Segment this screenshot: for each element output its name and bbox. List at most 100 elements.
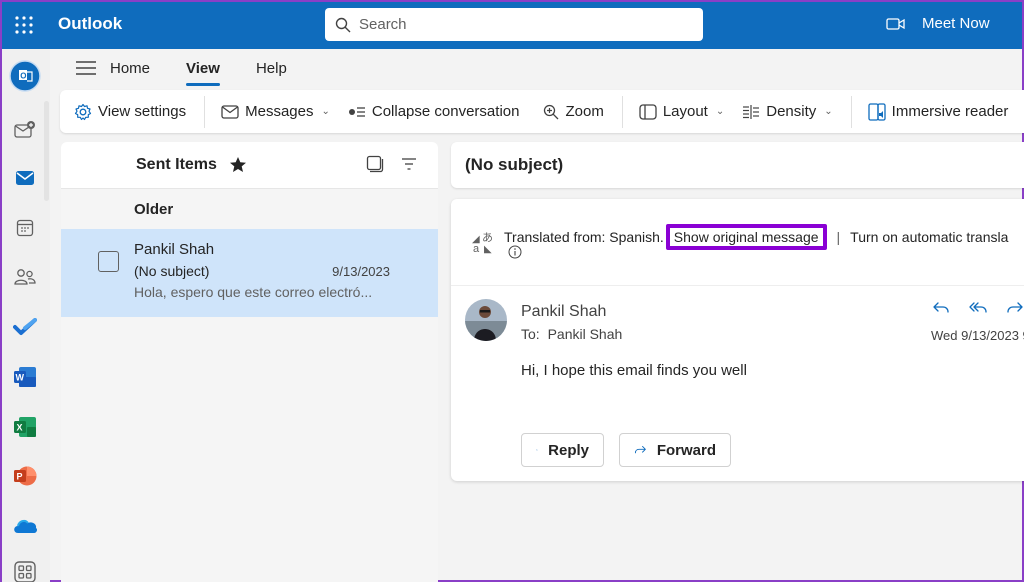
view-settings-button[interactable]: View settings [74,103,186,121]
rail-item-calendar[interactable] [12,215,38,241]
mail-date: 9/13/2023 [332,264,390,279]
translation-bar: Translated from: Spanish. Show original … [504,224,1008,250]
rail-item-powerpoint[interactable]: P [12,463,38,489]
people-icon [14,269,36,285]
powerpoint-icon: P [14,466,37,486]
message-body: Hi, I hope this email finds you well [521,362,747,379]
message-actions [932,300,1024,316]
app-name[interactable]: Outlook [58,14,122,34]
zoom-in-icon [544,104,559,119]
rail-scrollbar[interactable] [44,101,49,201]
chevron-down-icon: ⌄ [321,106,330,117]
calendar-icon [16,219,34,237]
messages-dropdown[interactable]: Messages ⌄ [221,103,330,120]
message-list-pane: Sent Items Older Pankil Shah (No subject… [61,142,438,582]
rail-item-new-mail[interactable] [12,117,38,143]
tab-view[interactable]: View [186,56,220,86]
outlook-icon: O [9,60,41,92]
rail-item-people[interactable] [12,264,38,290]
svg-text:a: a [473,243,480,254]
zoom-label: Zoom [565,103,604,120]
density-dropdown[interactable]: Density ⌄ [742,103,833,120]
layout-label: Layout [662,103,708,120]
gear-icon [74,103,92,120]
mail-icon [16,171,34,185]
layout-dropdown[interactable]: Layout ⌄ [639,103,724,120]
translate-icon: ◢ あa ◣ [472,231,493,254]
density-label: Density [766,103,817,120]
rail-item-more-apps[interactable] [12,559,38,582]
ribbon-toolbar: View settings Messages ⌄ Collapse conver… [60,90,1024,133]
favorite-star-icon[interactable] [229,156,247,174]
ribbon-tabs: Home View Help [60,49,323,87]
rail-item-outlook[interactable]: O [8,59,42,93]
select-checkbox[interactable] [98,251,119,272]
reply-label: Reply [548,441,589,459]
toolbar-divider [621,95,623,128]
select-mode-icon[interactable] [366,155,384,173]
search-icon [335,17,351,32]
collapse-conversation-button[interactable]: Collapse conversation [348,103,520,120]
recipients-line: To: Pankil Shah [521,326,622,342]
immersive-reader-icon [868,102,886,121]
onedrive-icon [14,519,38,533]
reply-icon [536,449,538,451]
group-label-older: Older [61,189,438,229]
rail-item-todo[interactable] [12,314,38,340]
view-settings-label: View settings [98,103,187,120]
translated-from-text: Translated from: Spanish. [504,229,664,245]
tab-help[interactable]: Help [256,56,287,81]
forward-label: Forward [656,441,716,459]
auto-translate-link[interactable]: Turn on automatic transla [850,229,1008,245]
density-icon [743,104,760,119]
reply-button[interactable]: Reply [521,433,604,467]
forward-button[interactable]: Forward [619,433,731,467]
video-camera-icon [886,17,905,30]
svg-text:W: W [16,373,25,383]
collapse-conversation-label: Collapse conversation [371,103,520,120]
list-empty-area [61,317,438,582]
message-sender[interactable]: Pankil Shah [521,303,606,321]
reply-icon[interactable] [932,300,950,316]
rail-item-onedrive[interactable] [12,513,38,539]
separator: | [836,229,841,245]
rail-item-word[interactable]: W [12,364,38,390]
to-label: To: [521,326,540,342]
search-placeholder: Search [359,16,407,33]
filter-icon[interactable] [400,155,418,173]
toolbar-divider [850,95,852,128]
show-original-message-link[interactable]: Show original message [665,224,827,250]
meet-now-button[interactable]: Meet Now [886,15,990,32]
message-date: Wed 9/13/2023 9 [931,328,1024,343]
chevron-down-icon: ⌄ [715,106,725,117]
divider [451,285,1024,286]
folder-title: Sent Items [136,156,217,173]
collapse-conversation-icon [348,106,365,117]
apps-icon [14,561,36,582]
rail-item-excel[interactable]: X [12,414,38,440]
zoom-button[interactable]: Zoom [543,103,604,120]
meet-now-label: Meet Now [922,15,990,32]
messages-label: Messages [245,103,314,120]
forward-icon[interactable] [1006,300,1024,316]
avatar[interactable] [465,299,507,341]
immersive-reader-label: Immersive reader [891,103,1009,120]
to-recipient[interactable]: Pankil Shah [548,326,623,342]
rail-item-mail[interactable] [12,165,38,191]
mail-add-icon [14,121,35,138]
word-icon: W [14,367,36,387]
checkmark-icon [13,318,37,335]
envelope-icon [221,104,239,119]
list-item[interactable]: Pankil Shah (No subject) 9/13/2023 Hola,… [61,229,438,317]
info-icon[interactable] [508,245,522,259]
tab-home[interactable]: Home [110,56,150,81]
message-card: ◢ あ a ◣ Translated from: Spanish. Show orig… [451,199,1024,481]
app-rail: O W X P [2,49,50,582]
search-input[interactable]: Search [325,8,703,41]
immersive-reader-button[interactable]: Immersive reader [868,102,1009,121]
hamburger-menu-icon[interactable] [74,60,98,76]
excel-icon: X [14,417,36,437]
app-launcher-icon[interactable] [14,15,34,35]
reply-all-icon[interactable] [968,300,988,316]
svg-text:◣: ◣ [484,244,492,254]
